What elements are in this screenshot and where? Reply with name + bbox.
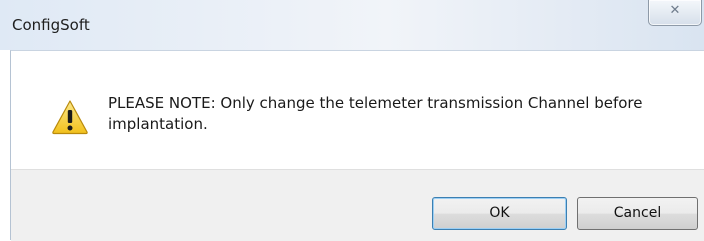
cancel-button[interactable]: Cancel: [577, 197, 698, 230]
window-title: ConfigSoft: [12, 16, 90, 34]
dialog-window: ConfigSoft ✕ PLEASE NOTE: Only change th…: [0, 0, 704, 241]
message-text: PLEASE NOTE: Only change the telemeter t…: [108, 94, 643, 133]
message-area: PLEASE NOTE: Only change the telemeter t…: [11, 51, 704, 169]
close-icon: ✕: [669, 3, 681, 18]
warning-icon: [52, 100, 88, 135]
close-button[interactable]: ✕: [648, 0, 702, 26]
button-bar: OK Cancel: [11, 169, 704, 241]
dialog-body: PLEASE NOTE: Only change the telemeter t…: [10, 50, 704, 241]
ok-button[interactable]: OK: [432, 197, 567, 230]
title-bar[interactable]: ConfigSoft ✕: [0, 0, 704, 50]
